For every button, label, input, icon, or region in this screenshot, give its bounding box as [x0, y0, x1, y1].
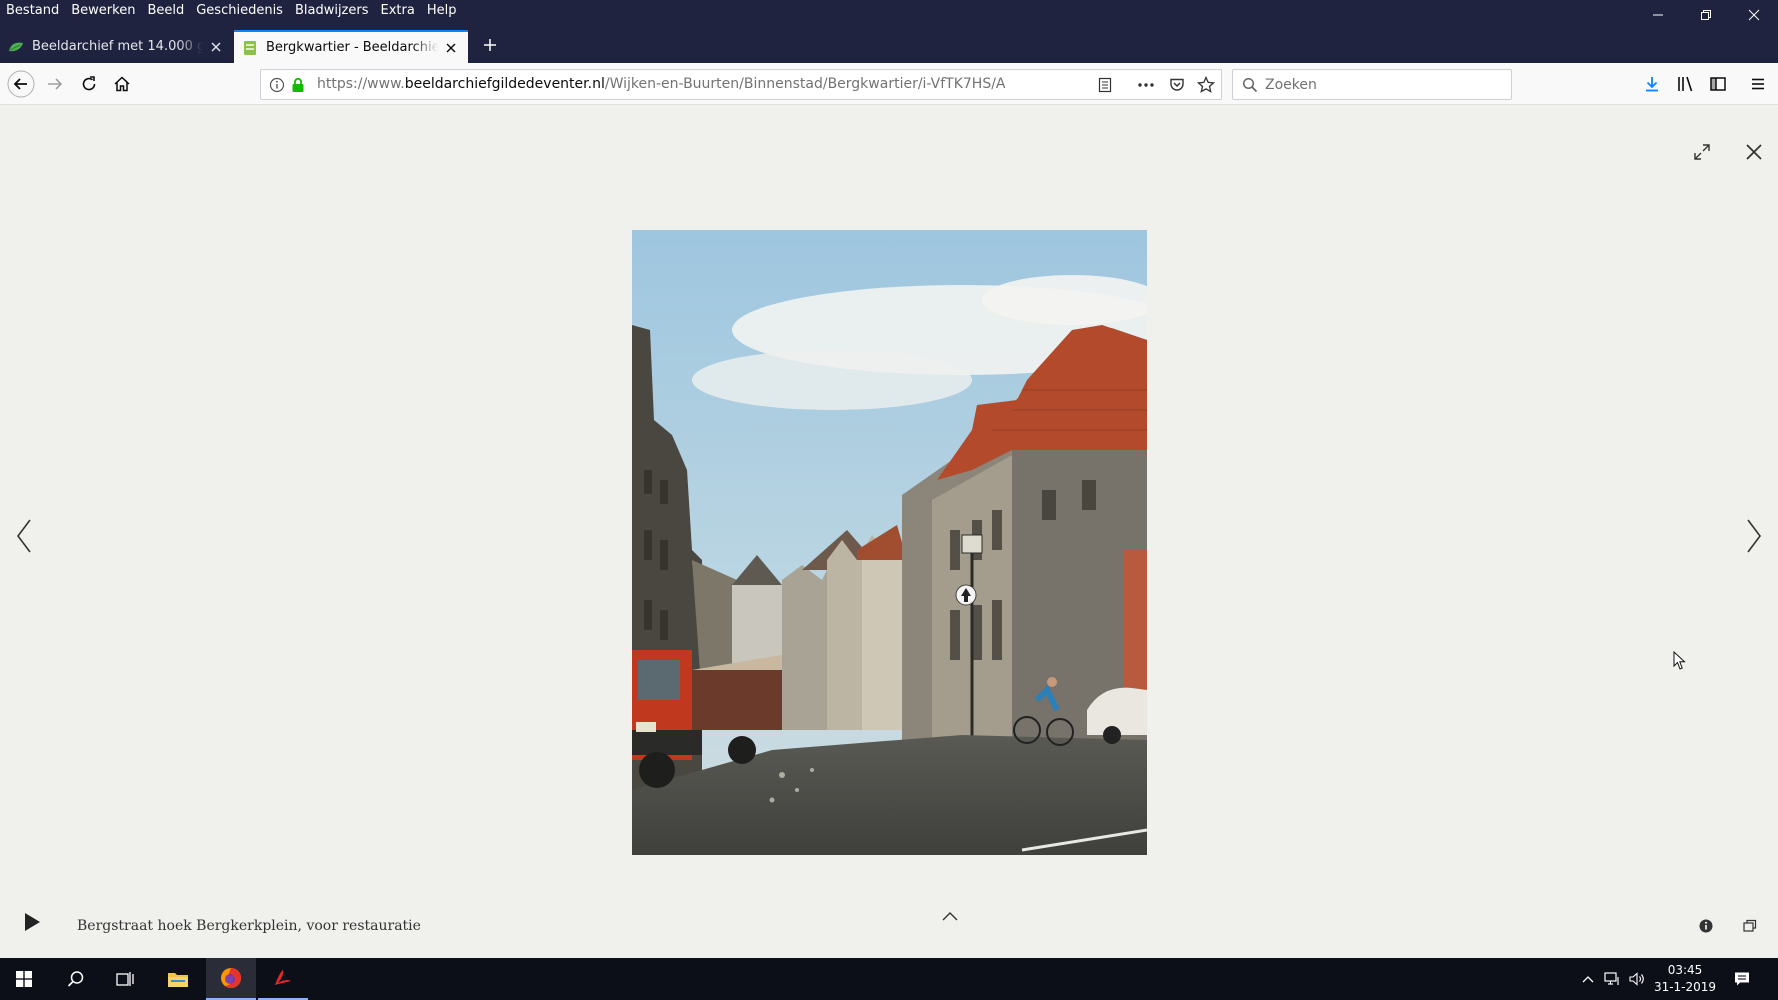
reload-button[interactable] [74, 69, 104, 99]
info-icon [1699, 919, 1713, 933]
tab-bar: Beeldarchief met 14.000 gedigitaliseerde… [0, 23, 1778, 63]
new-tab-button[interactable] [476, 31, 504, 59]
menu-bewerken[interactable]: Bewerken [65, 0, 141, 23]
back-arrow-icon [7, 70, 35, 98]
url-bar[interactable]: https://www.beeldarchiefgildedeventer.nl… [260, 69, 1222, 100]
chevron-up-icon [942, 912, 958, 921]
forward-arrow-icon [48, 78, 63, 90]
page-favicon-icon [244, 40, 256, 55]
menu-extra[interactable]: Extra [375, 0, 421, 23]
pdf-app-taskbar-button[interactable] [258, 958, 308, 1000]
folder-icon [168, 973, 188, 987]
previous-photo-button[interactable] [8, 506, 40, 566]
mouse-cursor-icon [1673, 651, 1686, 670]
download-icon [1646, 77, 1658, 92]
network-button[interactable] [1600, 958, 1624, 1000]
fullscreen-button[interactable] [1688, 138, 1716, 166]
slideshow-play-button[interactable] [16, 906, 48, 938]
expand-icon [1694, 144, 1710, 160]
menu-button[interactable] [1743, 69, 1773, 99]
firefox-taskbar-button[interactable] [206, 958, 256, 1000]
photo-caption: Bergstraat hoek Bergkerkplein, voor rest… [77, 918, 421, 934]
tab-title: Bergkwartier - Beeldarchief Gilde Devent… [266, 40, 438, 55]
file-explorer-button[interactable] [154, 958, 202, 1000]
info-icon [269, 77, 285, 93]
task-view-icon [116, 972, 134, 986]
sidebar-icon [1710, 77, 1726, 91]
url-path: /Wijken-en-Buurten/Binnenstad/Bergkwarti… [604, 76, 1006, 92]
lightbox-viewer: Bergstraat hoek Bergkerkplein, voor rest… [0, 106, 1778, 958]
play-icon [25, 913, 40, 931]
menu-help[interactable]: Help [421, 0, 463, 23]
next-photo-button[interactable] [1738, 506, 1770, 566]
reload-icon [82, 76, 96, 91]
network-icon [1604, 972, 1619, 985]
street-photo [632, 230, 1147, 855]
action-center-button[interactable] [1718, 958, 1766, 1000]
search-icon [1242, 77, 1258, 93]
close-icon [446, 43, 456, 52]
windows-taskbar: 03:45 31-1-2019 [0, 958, 1778, 1000]
reader-view-icon[interactable] [1097, 77, 1113, 93]
start-button[interactable] [0, 958, 48, 1000]
tab-bergkwartier[interactable]: Bergkwartier - Beeldarchief Gilde Devent… [234, 30, 468, 63]
restore-icon [1701, 10, 1711, 20]
search-bar[interactable] [1232, 69, 1512, 100]
url-host: beeldarchiefgildedeventer.nl [404, 76, 605, 92]
photo-options-button[interactable] [1738, 914, 1762, 938]
photo-info-button[interactable] [1694, 914, 1718, 938]
bookmark-star-icon[interactable] [1197, 76, 1215, 94]
pdf-app-icon [275, 970, 291, 985]
firefox-icon [221, 968, 241, 988]
toggle-details-button[interactable] [935, 906, 965, 926]
menu-bestand[interactable]: Bestand [0, 0, 65, 23]
tab-title: Beeldarchief met 14.000 gedigitaliseerde [32, 39, 203, 54]
search-icon [67, 971, 84, 987]
notification-icon [1735, 972, 1749, 986]
close-icon [1746, 144, 1762, 160]
home-button[interactable] [107, 69, 137, 99]
windows-logo-icon [16, 971, 32, 987]
plus-icon [484, 39, 496, 51]
menu-beeld[interactable]: Beeld [141, 0, 190, 23]
url-prefix: https://www. [317, 76, 405, 92]
back-button[interactable] [6, 69, 36, 99]
taskbar-search-button[interactable] [52, 958, 100, 1000]
search-input[interactable] [1265, 70, 1505, 99]
downloads-button[interactable] [1637, 69, 1667, 99]
close-icon [1748, 9, 1760, 21]
menu-bladwijzers[interactable]: Bladwijzers [289, 0, 375, 23]
sidebar-button[interactable] [1703, 69, 1733, 99]
leaf-favicon-icon [9, 42, 23, 51]
menu-geschiedenis[interactable]: Geschiedenis [190, 0, 289, 23]
url-text[interactable]: https://www.beeldarchiefgildedeventer.nl… [317, 70, 1006, 99]
lock-icon [292, 77, 304, 92]
gallery-icon [1743, 919, 1757, 932]
forward-button[interactable] [40, 69, 70, 99]
show-hidden-icons-button[interactable] [1576, 958, 1600, 1000]
tab-close-button[interactable] [442, 39, 460, 57]
tab-beeldarchief[interactable]: Beeldarchief met 14.000 gedigitaliseerde [0, 30, 233, 63]
task-view-button[interactable] [101, 958, 149, 1000]
page-actions-icon[interactable] [1137, 77, 1155, 93]
close-lightbox-button[interactable] [1738, 136, 1770, 168]
chevron-up-icon [1582, 976, 1594, 983]
pocket-icon[interactable] [1169, 77, 1185, 93]
clock-time: 03:45 [1667, 963, 1703, 977]
navigation-toolbar: https://www.beeldarchiefgildedeventer.nl… [0, 63, 1778, 105]
library-icon [1678, 76, 1693, 92]
home-icon [114, 76, 130, 92]
chevron-right-icon [1747, 519, 1761, 553]
chevron-left-icon [17, 519, 31, 553]
menu-bar: Bestand Bewerken Beeld Geschiedenis Blad… [0, 0, 1778, 23]
taskbar-clock[interactable]: 03:45 31-1-2019 [1640, 962, 1730, 996]
photo-image [632, 230, 1147, 855]
hamburger-menu-icon [1752, 78, 1764, 90]
minimize-icon [1653, 14, 1663, 16]
clock-date: 31-1-2019 [1653, 980, 1717, 994]
library-button[interactable] [1670, 69, 1700, 99]
close-icon [211, 42, 221, 51]
tab-close-button[interactable] [207, 38, 225, 56]
